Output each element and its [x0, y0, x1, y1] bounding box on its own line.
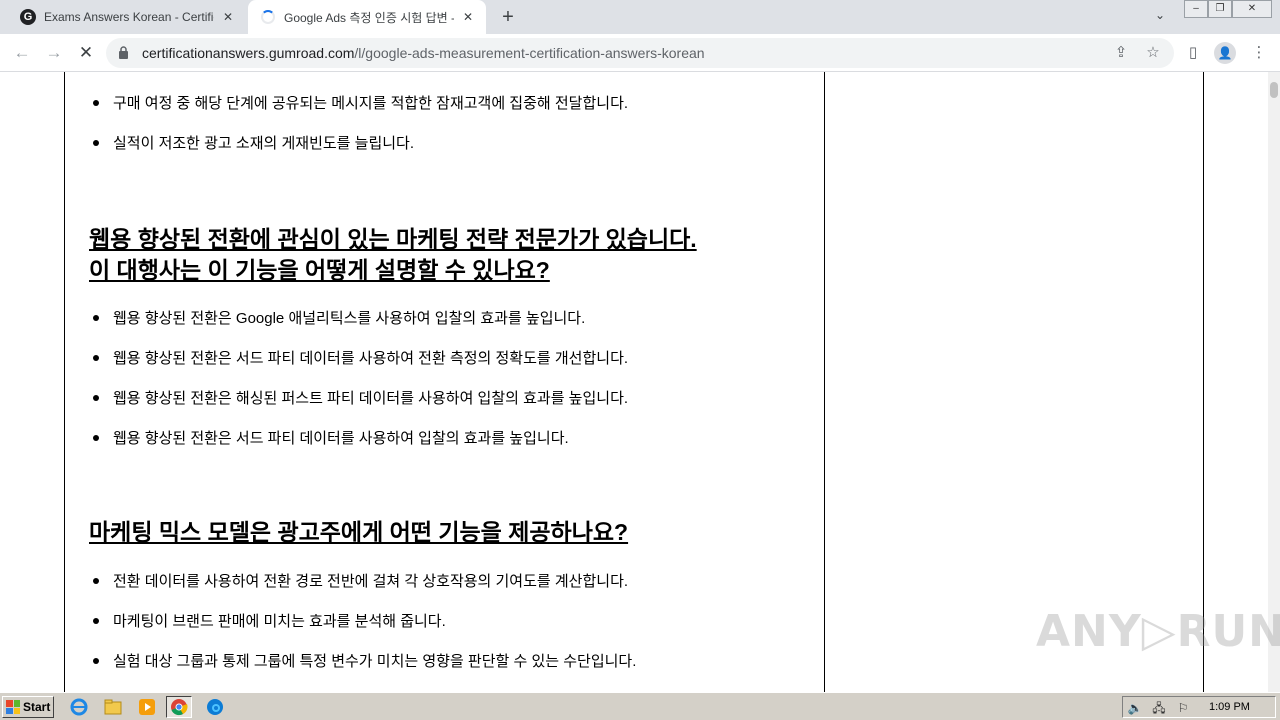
url-path: /l/google-ads-measurement-certification-…	[354, 45, 705, 61]
loading-spinner-icon	[260, 9, 276, 25]
list-item: 웹용 향상된 전환은 Google 애널리틱스를 사용하여 입찰의 효과를 높입…	[92, 307, 585, 328]
tab-close-icon[interactable]: ✕	[460, 9, 476, 25]
new-tab-button[interactable]: +	[496, 6, 520, 28]
address-bar[interactable]: certificationanswers.gumroad.com/l/googl…	[106, 38, 1174, 68]
gumroad-favicon-icon: G	[20, 9, 36, 25]
windows-taskbar: Start 🔈 🖧 ⚐ 1:09 PM	[0, 692, 1280, 720]
vertical-scrollbar[interactable]	[1268, 72, 1280, 692]
list-item: 구매 여정 중 해당 단계에 공유되는 메시지를 적합한 잠재고객에 집중해 전…	[92, 92, 628, 113]
tab-close-icon[interactable]: ✕	[220, 9, 236, 25]
network-icon[interactable]: 🖧	[1151, 700, 1167, 716]
tab-google-ads[interactable]: Google Ads 측정 인증 시험 답변 - Ko ✕	[248, 0, 486, 34]
menu-kebab-icon[interactable]: ⋮	[1248, 42, 1270, 64]
media-player-icon[interactable]	[134, 696, 160, 718]
tab-title: Google Ads 측정 인증 시험 답변 - Ko	[284, 10, 454, 25]
minimize-button[interactable]: ‒	[1184, 0, 1208, 18]
internet-explorer-icon[interactable]	[66, 696, 92, 718]
windows-flag-icon	[6, 700, 20, 714]
article-body: 구매 여정 중 해당 단계에 공유되는 메시지를 적합한 잠재고객에 집중해 전…	[65, 72, 825, 692]
close-window-button[interactable]: ✕	[1232, 0, 1272, 18]
side-panel-icon[interactable]: ▯	[1182, 42, 1204, 64]
product-card: 구매 여정 중 해당 단계에 공유되는 메시지를 적합한 잠재고객에 집중해 전…	[64, 72, 1204, 692]
profile-avatar-icon[interactable]: 👤	[1214, 42, 1236, 64]
forward-arrow-icon[interactable]: →	[42, 41, 66, 65]
start-label: Start	[23, 700, 51, 714]
system-tray: 🔈 🖧 ⚐ 1:09 PM	[1122, 696, 1276, 718]
list-item: 마케팅이 브랜드 판매에 미치는 효과를 분석해 줍니다.	[93, 610, 446, 631]
bookmark-star-icon[interactable]: ☆	[1142, 43, 1164, 63]
chrome-icon[interactable]	[166, 696, 192, 718]
clock: 1:09 PM	[1209, 701, 1250, 713]
stop-loading-icon[interactable]: ✕	[74, 41, 98, 65]
question-line: 이 대행사는 이 기능을 어떻게 설명할 수 있나요?	[89, 257, 550, 283]
tab-title: Exams Answers Korean - Certifica	[44, 10, 214, 24]
action-center-flag-icon[interactable]: ⚐	[1175, 700, 1191, 716]
browser-toolbar: ← → ✕ certificationanswers.gumroad.com/l…	[0, 34, 1280, 72]
list-item: 실험 대상 그룹과 통제 그룹에 특정 변수가 미치는 영향을 판단할 수 있는…	[92, 650, 636, 671]
question-line: 웹용 향상된 전환에 관심이 있는 마케팅 전략 전문가가 있습니다.	[89, 226, 697, 252]
list-item: 웹용 향상된 전환은 서드 파티 데이터를 사용하여 전환 측정의 정확도를 개…	[92, 347, 628, 368]
tab-exams-answers[interactable]: G Exams Answers Korean - Certifica ✕	[8, 0, 246, 34]
share-icon[interactable]: ⇪	[1110, 43, 1132, 63]
url-host: certificationanswers.gumroad.com	[142, 45, 355, 61]
list-item: 실적이 저조한 광고 소재의 게재빈도를 늘립니다.	[92, 132, 414, 153]
question-heading: 마케팅 믹스 모델은 광고주에게 어떤 기능을 제공하나요?	[89, 519, 629, 545]
anyrun-watermark: ANY▷RUN	[1036, 606, 1280, 657]
lock-icon	[119, 46, 128, 59]
question-heading: 웹용 향상된 전환에 관심이 있는 마케팅 전략 전문가가 있습니다. 이 대행…	[89, 224, 809, 286]
url-text: certificationanswers.gumroad.com/l/googl…	[142, 45, 705, 61]
list-item: 전환 데이터를 사용하여 전환 경로 전반에 걸쳐 각 상호작용의 기여도를 계…	[92, 570, 628, 591]
tab-strip: G Exams Answers Korean - Certifica ✕ Goo…	[0, 0, 1280, 34]
tab-search-chevron-icon[interactable]: ⌄	[1150, 8, 1170, 26]
list-item: 웹용 향상된 전환은 서드 파티 데이터를 사용하여 입찰의 효과를 높입니다.	[93, 427, 569, 448]
restore-button[interactable]: ❐	[1208, 0, 1232, 18]
scrollbar-thumb[interactable]	[1270, 82, 1278, 98]
list-item: 웹용 향상된 전환은 해싱된 퍼스트 파티 데이터를 사용하여 입찰의 효과를 …	[92, 387, 628, 408]
file-explorer-icon[interactable]	[100, 696, 126, 718]
back-arrow-icon[interactable]: ←	[10, 41, 34, 65]
start-button[interactable]: Start	[2, 696, 54, 718]
volume-icon[interactable]: 🔈	[1127, 700, 1143, 716]
edge-icon[interactable]	[202, 696, 228, 718]
page-viewport: 구매 여정 중 해당 단계에 공유되는 메시지를 적합한 잠재고객에 집중해 전…	[0, 72, 1268, 692]
